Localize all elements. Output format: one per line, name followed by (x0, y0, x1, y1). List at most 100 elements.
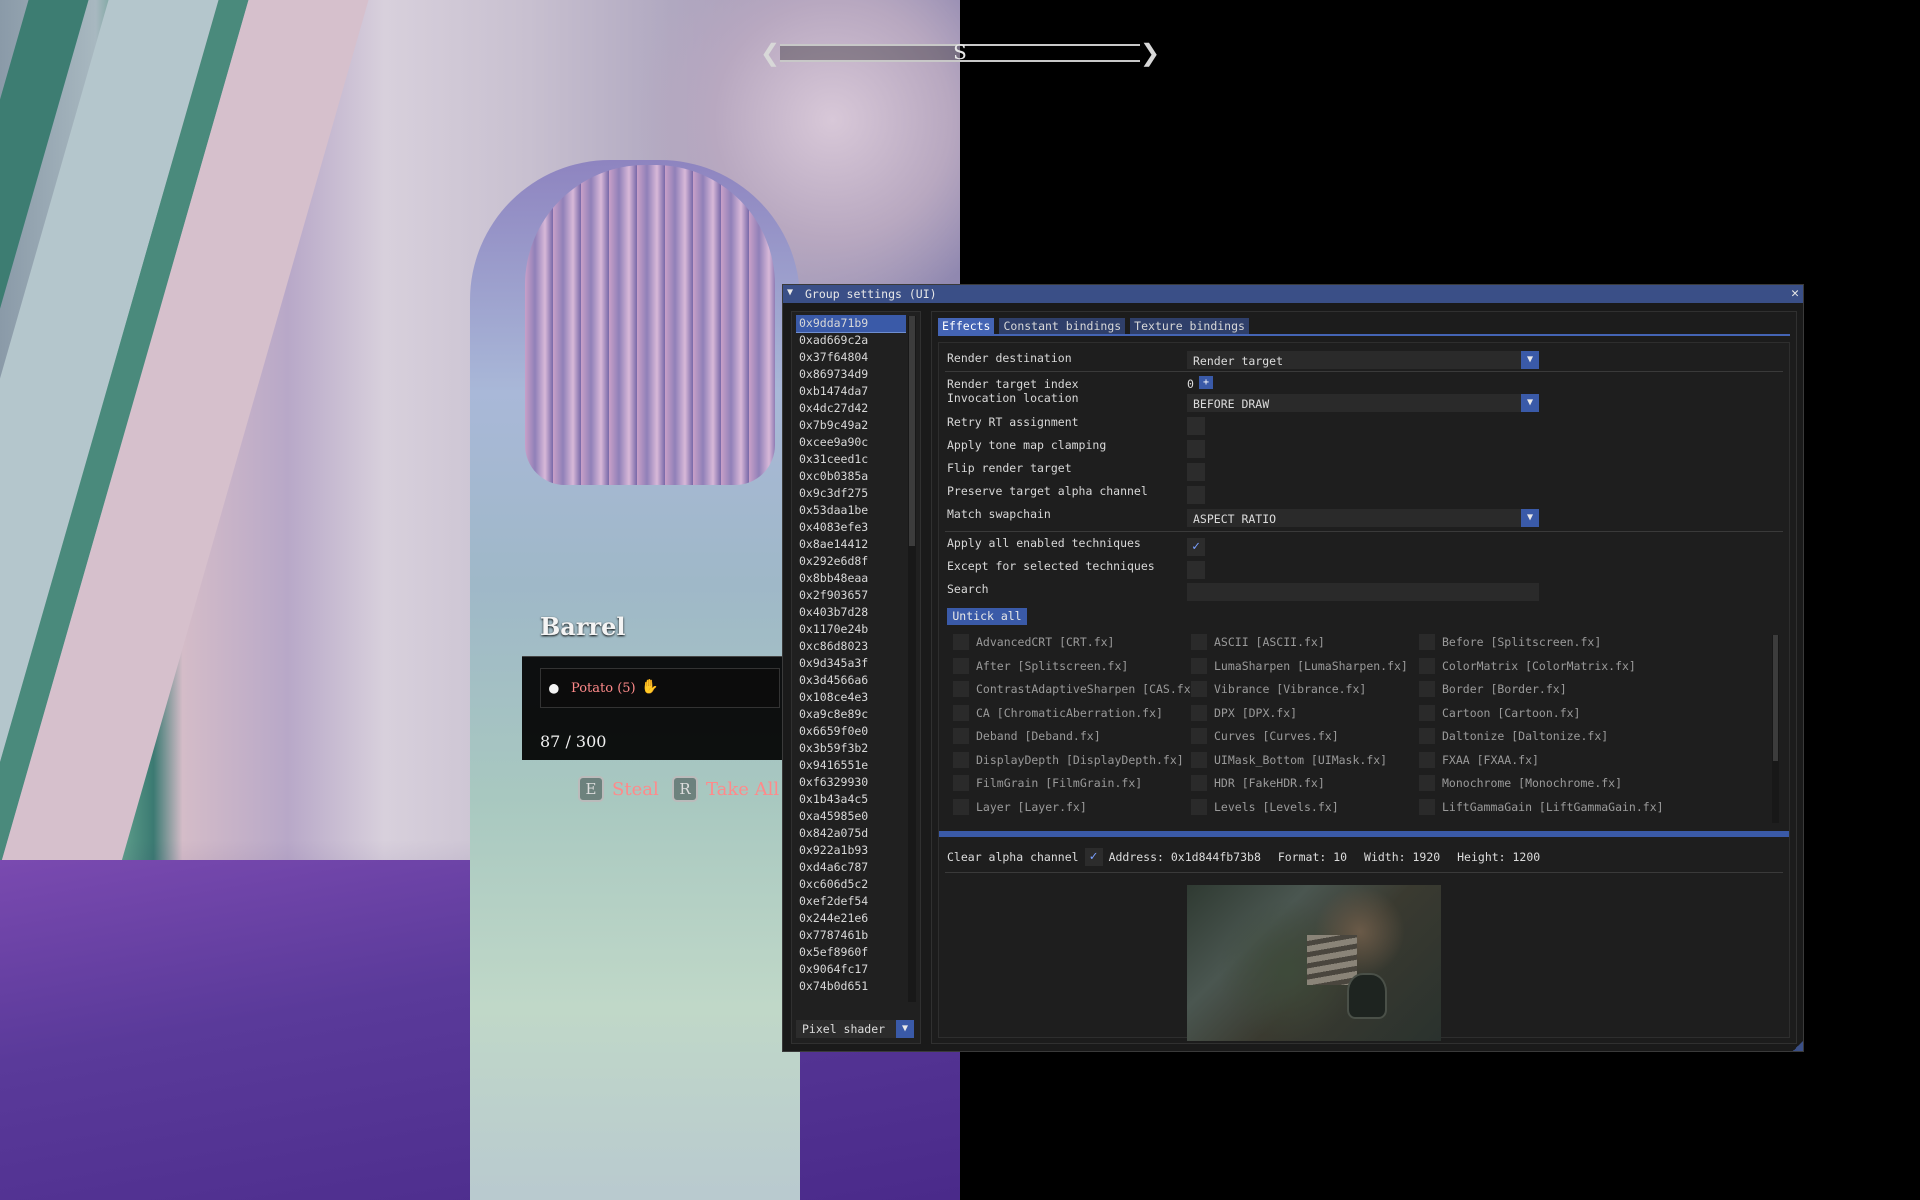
shader-list-item[interactable]: 0x5ef8960f (796, 944, 906, 961)
technique-item[interactable]: DisplayDepth [DisplayDepth.fx] (953, 751, 1184, 769)
shader-list-item[interactable]: 0x2f903657 (796, 587, 906, 604)
shader-list-item[interactable]: 0x108ce4e3 (796, 689, 906, 706)
chevron-down-icon[interactable]: ▼ (896, 1020, 914, 1038)
shader-list-item[interactable]: 0x3b59f3b2 (796, 740, 906, 757)
flip-rt-checkbox[interactable] (1187, 463, 1205, 481)
technique-list-scrollbar[interactable] (1772, 635, 1779, 823)
technique-checkbox[interactable] (1191, 634, 1207, 650)
shader-list-item[interactable]: 0x8bb48eaa (796, 570, 906, 587)
technique-checkbox[interactable] (953, 681, 969, 697)
technique-item[interactable]: Before [Splitscreen.fx] (1419, 633, 1601, 651)
technique-item[interactable]: FilmGrain [FilmGrain.fx] (953, 774, 1142, 792)
take-all-action[interactable]: R Take All (672, 776, 782, 802)
resize-grip[interactable] (1793, 1041, 1803, 1051)
shader-list-item[interactable]: 0x9dda71b9 (796, 315, 906, 333)
technique-checkbox[interactable] (1419, 798, 1435, 815)
technique-item[interactable]: LumaSharpen [LumaSharpen.fx] (1191, 657, 1408, 675)
shader-list-item[interactable]: 0x922a1b93 (796, 842, 906, 859)
shader-list-item[interactable]: 0xa45985e0 (796, 808, 906, 825)
shader-list-item[interactable]: 0xc606d5c2 (796, 876, 906, 893)
shader-list-item[interactable]: 0x9d345a3f (796, 655, 906, 672)
shader-list-item[interactable]: 0x9c3df275 (796, 485, 906, 502)
technique-checkbox[interactable] (1191, 751, 1207, 768)
shader-list-item[interactable]: 0x869734d9 (796, 366, 906, 383)
render-destination-dropdown[interactable]: Render target ▼ (1187, 351, 1539, 369)
technique-checkbox[interactable] (1419, 775, 1435, 791)
shader-list-item[interactable]: 0xc0b0385a (796, 468, 906, 485)
shader-list-item[interactable]: 0x8ae14412 (796, 536, 906, 553)
technique-checkbox[interactable] (1419, 634, 1435, 650)
except-selected-checkbox[interactable] (1187, 561, 1205, 579)
shader-list-item[interactable]: 0x4083efe3 (796, 519, 906, 536)
shader-list-item[interactable]: 0x292e6d8f (796, 553, 906, 570)
technique-checkbox[interactable] (1191, 798, 1207, 815)
shader-list-scrollbar[interactable] (908, 316, 916, 1002)
technique-item[interactable]: DPX [DPX.fx] (1191, 704, 1297, 722)
technique-checkbox[interactable] (1419, 704, 1435, 721)
technique-item[interactable]: After [Splitscreen.fx] (953, 657, 1128, 675)
clear-alpha-checkbox[interactable]: ✓ (1084, 848, 1103, 866)
technique-checkbox[interactable] (1191, 657, 1207, 674)
technique-item[interactable]: FXAA [FXAA.fx] (1419, 751, 1539, 769)
tab-texture-bindings[interactable]: Texture bindings (1130, 318, 1249, 334)
technique-checkbox[interactable] (953, 798, 969, 815)
shader-list-item[interactable]: 0x403b7d28 (796, 604, 906, 621)
shader-list-item[interactable]: 0x3d4566a6 (796, 672, 906, 689)
apply-all-checkbox[interactable]: ✓ (1187, 538, 1205, 556)
shader-list-item[interactable]: 0xad669c2a (796, 332, 906, 349)
shader-list-item[interactable]: 0x37f64804 (796, 349, 906, 366)
technique-checkbox[interactable] (1419, 681, 1435, 697)
technique-item[interactable]: CA [ChromaticAberration.fx] (953, 704, 1163, 722)
shader-list-item[interactable]: 0xf6329930 (796, 774, 906, 791)
chevron-down-icon[interactable]: ▼ (1521, 394, 1539, 412)
technique-item[interactable]: ColorMatrix [ColorMatrix.fx] (1419, 657, 1636, 675)
invocation-location-dropdown[interactable]: BEFORE DRAW ▼ (1187, 394, 1539, 412)
preserve-alpha-checkbox[interactable] (1187, 486, 1205, 504)
shader-list-item[interactable]: 0x7787461b (796, 927, 906, 944)
technique-checkbox[interactable] (953, 657, 969, 674)
match-swapchain-dropdown[interactable]: ASPECT RATIO ▼ (1187, 509, 1539, 527)
shader-list-item[interactable]: 0x244e21e6 (796, 910, 906, 927)
technique-item[interactable]: AdvancedCRT [CRT.fx] (953, 633, 1114, 651)
shader-list-item[interactable]: 0x9416551e (796, 757, 906, 774)
tab-constant-bindings[interactable]: Constant bindings (999, 318, 1126, 334)
shader-list-item[interactable]: 0x9064fc17 (796, 961, 906, 978)
scrollbar-thumb[interactable] (1773, 635, 1778, 761)
close-icon[interactable]: ✕ (1791, 286, 1799, 301)
shader-list-item[interactable]: 0x842a075d (796, 825, 906, 842)
technique-item[interactable]: HDR [FakeHDR.fx] (1191, 774, 1325, 792)
shader-list-item[interactable]: 0xa9c8e89c (796, 706, 906, 723)
technique-item[interactable]: ASCII [ASCII.fx] (1191, 633, 1325, 651)
technique-item[interactable]: UIMask_Bottom [UIMask.fx] (1191, 751, 1387, 769)
technique-checkbox[interactable] (1419, 728, 1435, 744)
increment-button[interactable]: + (1199, 376, 1213, 389)
chevron-down-icon[interactable]: ▼ (1521, 509, 1539, 527)
technique-checkbox[interactable] (953, 728, 969, 744)
shader-list-item[interactable]: 0x53daa1be (796, 502, 906, 519)
shader-list-item[interactable]: 0xcee9a90c (796, 434, 906, 451)
technique-checkbox[interactable] (1191, 728, 1207, 744)
scrollbar-thumb[interactable] (909, 316, 915, 546)
shader-list-item[interactable]: 0xd4a6c787 (796, 859, 906, 876)
technique-checkbox[interactable] (1191, 704, 1207, 721)
technique-item[interactable]: Daltonize [Daltonize.fx] (1419, 727, 1608, 745)
collapse-icon[interactable]: ▼ (787, 287, 793, 298)
shader-list-item[interactable]: 0x1b43a4c5 (796, 791, 906, 808)
tone-map-checkbox[interactable] (1187, 440, 1205, 458)
technique-item[interactable]: Levels [Levels.fx] (1191, 798, 1339, 816)
shader-list-item[interactable]: 0x1170e24b (796, 621, 906, 638)
shader-list-item[interactable]: 0xb1474da7 (796, 383, 906, 400)
technique-checkbox[interactable] (1191, 681, 1207, 697)
technique-item[interactable]: Layer [Layer.fx] (953, 798, 1087, 816)
technique-item[interactable]: Border [Border.fx] (1419, 680, 1567, 698)
shader-type-dropdown[interactable]: Pixel shader ▼ (796, 1020, 914, 1038)
shader-list-item[interactable]: 0x31ceed1c (796, 451, 906, 468)
technique-checkbox[interactable] (1191, 775, 1207, 791)
untick-all-button[interactable]: Untick all (947, 608, 1027, 625)
technique-item[interactable]: Curves [Curves.fx] (1191, 727, 1339, 745)
retry-rt-checkbox[interactable] (1187, 417, 1205, 435)
technique-item[interactable]: Deband [Deband.fx] (953, 727, 1101, 745)
technique-checkbox[interactable] (953, 704, 969, 721)
render-target-index-value[interactable]: 0 (1187, 377, 1194, 391)
shader-list-item[interactable]: 0x74b0d651 (796, 978, 906, 995)
